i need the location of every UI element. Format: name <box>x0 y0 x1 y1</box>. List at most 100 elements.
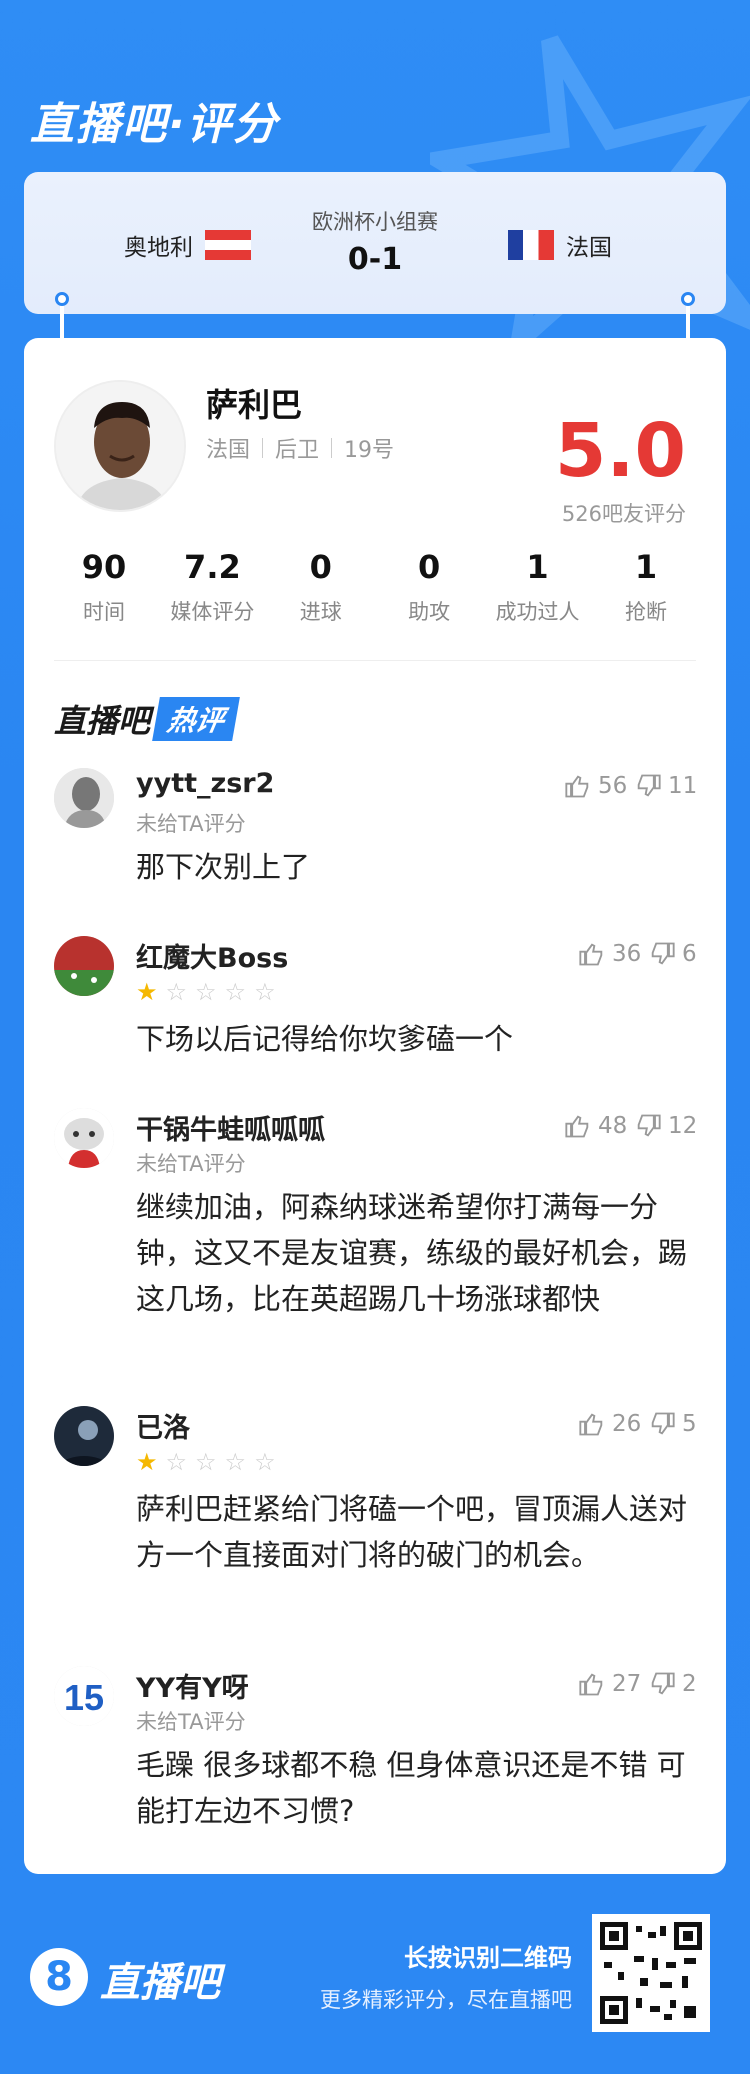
comment-item: yytt_zsr2 未给TA评分 56 11 那下次别上了 <box>54 768 704 908</box>
dislike-count: 2 <box>682 1671 697 1697</box>
dislike-count: 12 <box>668 1113 698 1139</box>
comment-text: 毛躁 很多球都不稳 但身体意识还是不错 可能打左边不习惯? <box>136 1748 686 1828</box>
stat-value: 0 <box>309 548 332 586</box>
star-filled-icon: ★ <box>136 978 158 1006</box>
thumbs-down-icon <box>651 942 675 965</box>
user-avatar[interactable] <box>54 1406 114 1466</box>
like-button[interactable]: 26 <box>578 1410 641 1438</box>
comment-text: 下场以后记得给你坎爹磕一个 <box>136 1022 514 1056</box>
away-team-name: 法国 <box>566 235 612 261</box>
player-avatar <box>54 380 186 512</box>
comment-username[interactable]: YY有Y呀 <box>136 1666 249 1705</box>
like-button[interactable]: 27 <box>578 1670 641 1698</box>
meta-separator <box>262 438 264 458</box>
thumbs-down-icon <box>651 1412 675 1435</box>
comment-username[interactable]: 已洛 <box>136 1406 190 1445</box>
stat-label: 进球 <box>299 600 342 624</box>
section-divider <box>54 660 696 661</box>
star-empty-icon: ☆ <box>224 978 247 1006</box>
comment-text: 继续加油，阿森纳球迷希望你打满每一分钟，这又不是友谊赛，练级的最好机会，踢这几场… <box>136 1190 688 1316</box>
star-empty-icon: ☆ <box>254 1448 276 1476</box>
hot-title-prefix: 直播吧 <box>54 702 151 740</box>
user-avatar[interactable]: 15 <box>54 1666 114 1726</box>
stat-label: 助攻 <box>408 600 451 624</box>
thumbs-up-icon <box>579 943 603 966</box>
dislike-count: 5 <box>682 1411 697 1437</box>
dislike-button[interactable]: 11 <box>634 772 697 800</box>
user-avatar[interactable] <box>54 936 114 996</box>
stat-dribbles: 1 成功过人 <box>484 548 592 626</box>
like-button[interactable]: 48 <box>564 1112 627 1140</box>
brand-title: 直播吧·评分 <box>30 99 279 150</box>
star-filled-icon: ★ <box>136 1448 158 1476</box>
comment-username[interactable]: 干锅牛蛙呱呱呱 <box>136 1108 325 1147</box>
comment-text: 那下次别上了 <box>136 850 311 884</box>
match-score: 0-1 <box>347 242 403 277</box>
stat-goals: 0 进球 <box>267 548 375 626</box>
stat-tackles: 1 抢断 <box>592 548 700 626</box>
star-empty-icon: ☆ <box>224 1448 247 1476</box>
stat-minutes: 90 时间 <box>50 548 158 626</box>
dislike-button[interactable]: 6 <box>648 940 697 968</box>
brand-logo-icon: 8 <box>30 1948 88 2006</box>
brand-logo-text: 直播吧 <box>100 1960 220 2006</box>
star-empty-icon: ☆ <box>195 978 217 1006</box>
comment-no-rating: 未给TA评分 <box>136 812 246 836</box>
stat-media-rating: 7.2 媒体评分 <box>158 548 266 626</box>
dislike-button[interactable]: 12 <box>634 1112 697 1140</box>
comment-item: 红魔大Boss ★ ☆ ☆ ☆ ☆ 36 6 下场以后记得给你坎爹磕一个 <box>54 936 704 1076</box>
dislike-count: 6 <box>682 941 697 967</box>
comment-item: 干锅牛蛙呱呱呱 未给TA评分 48 12 继续加油，阿森纳球迷希望你打满每一分钟… <box>54 1108 704 1368</box>
comment-text: 萨利巴赶紧给门将磕一个吧，冒顶漏人送对方一个直接面对门将的破门的机会。 <box>136 1492 688 1572</box>
user-star-rating: ★ ☆ ☆ ☆ ☆ <box>136 980 284 1004</box>
like-count: 26 <box>612 1411 642 1437</box>
hot-comments-title: 直播吧 热评 <box>54 696 240 742</box>
dislike-count: 11 <box>668 773 698 799</box>
player-position: 后卫 <box>275 438 320 463</box>
comment-no-rating: 未给TA评分 <box>136 1152 246 1176</box>
connector-pin-left <box>55 292 69 306</box>
competition-name: 欧洲杯小组赛 <box>312 210 438 234</box>
thumbs-up-icon <box>565 1115 589 1138</box>
dislike-button[interactable]: 2 <box>648 1670 697 1698</box>
qr-code-icon <box>600 1922 702 2024</box>
stat-label: 媒体评分 <box>170 600 255 624</box>
player-meta: 法国 后卫 19号 <box>206 432 394 464</box>
stat-label: 成功过人 <box>495 600 580 624</box>
thumbs-down-icon <box>637 774 661 797</box>
player-rating: 5.0 <box>554 408 686 494</box>
comment-username[interactable]: yytt_zsr2 <box>136 768 274 799</box>
stat-value: 7.2 <box>184 548 241 586</box>
connector-pin-right <box>681 292 695 306</box>
star-empty-icon: ☆ <box>165 1448 188 1476</box>
like-count: 48 <box>598 1113 628 1139</box>
comment-item: 15 YY有Y呀 未给TA评分 27 2 毛躁 很多球都不稳 但身体意识还是不错… <box>54 1666 704 1846</box>
like-count: 27 <box>612 1671 642 1697</box>
player-number: 19号 <box>344 438 395 463</box>
qr-code[interactable] <box>592 1914 710 2032</box>
stat-value: 90 <box>81 548 127 586</box>
like-count: 56 <box>598 773 628 799</box>
thumbs-up-icon <box>579 1673 603 1696</box>
like-button[interactable]: 36 <box>578 940 641 968</box>
hot-title-highlight: 热评 <box>152 697 240 741</box>
thumbs-up-icon <box>579 1413 603 1436</box>
away-team: 法国 <box>496 228 612 262</box>
comment-username[interactable]: 红魔大Boss <box>136 936 288 975</box>
player-team: 法国 <box>206 438 251 463</box>
france-flag-icon <box>508 230 554 260</box>
qr-label: 长按识别二维码 <box>404 1944 572 1972</box>
player-stats: 90 时间 7.2 媒体评分 0 进球 0 助攻 1 成功过人 1 抢断 <box>50 548 700 626</box>
thumbs-down-icon <box>637 1114 661 1137</box>
stat-assists: 0 助攻 <box>375 548 483 626</box>
thumbs-down-icon <box>651 1672 675 1695</box>
user-avatar[interactable] <box>54 768 114 828</box>
comment-item: 已洛 ★ ☆ ☆ ☆ ☆ 26 5 萨利巴赶紧给门将磕一个吧，冒顶漏人送对方一个… <box>54 1406 704 1606</box>
dislike-button[interactable]: 5 <box>648 1410 697 1438</box>
player-name: 萨利巴 <box>206 386 303 424</box>
user-star-rating: ★ ☆ ☆ ☆ ☆ <box>136 1450 284 1474</box>
user-avatar[interactable] <box>54 1108 114 1168</box>
thumbs-up-icon <box>565 775 589 798</box>
like-button[interactable]: 56 <box>564 772 627 800</box>
like-count: 36 <box>612 941 642 967</box>
